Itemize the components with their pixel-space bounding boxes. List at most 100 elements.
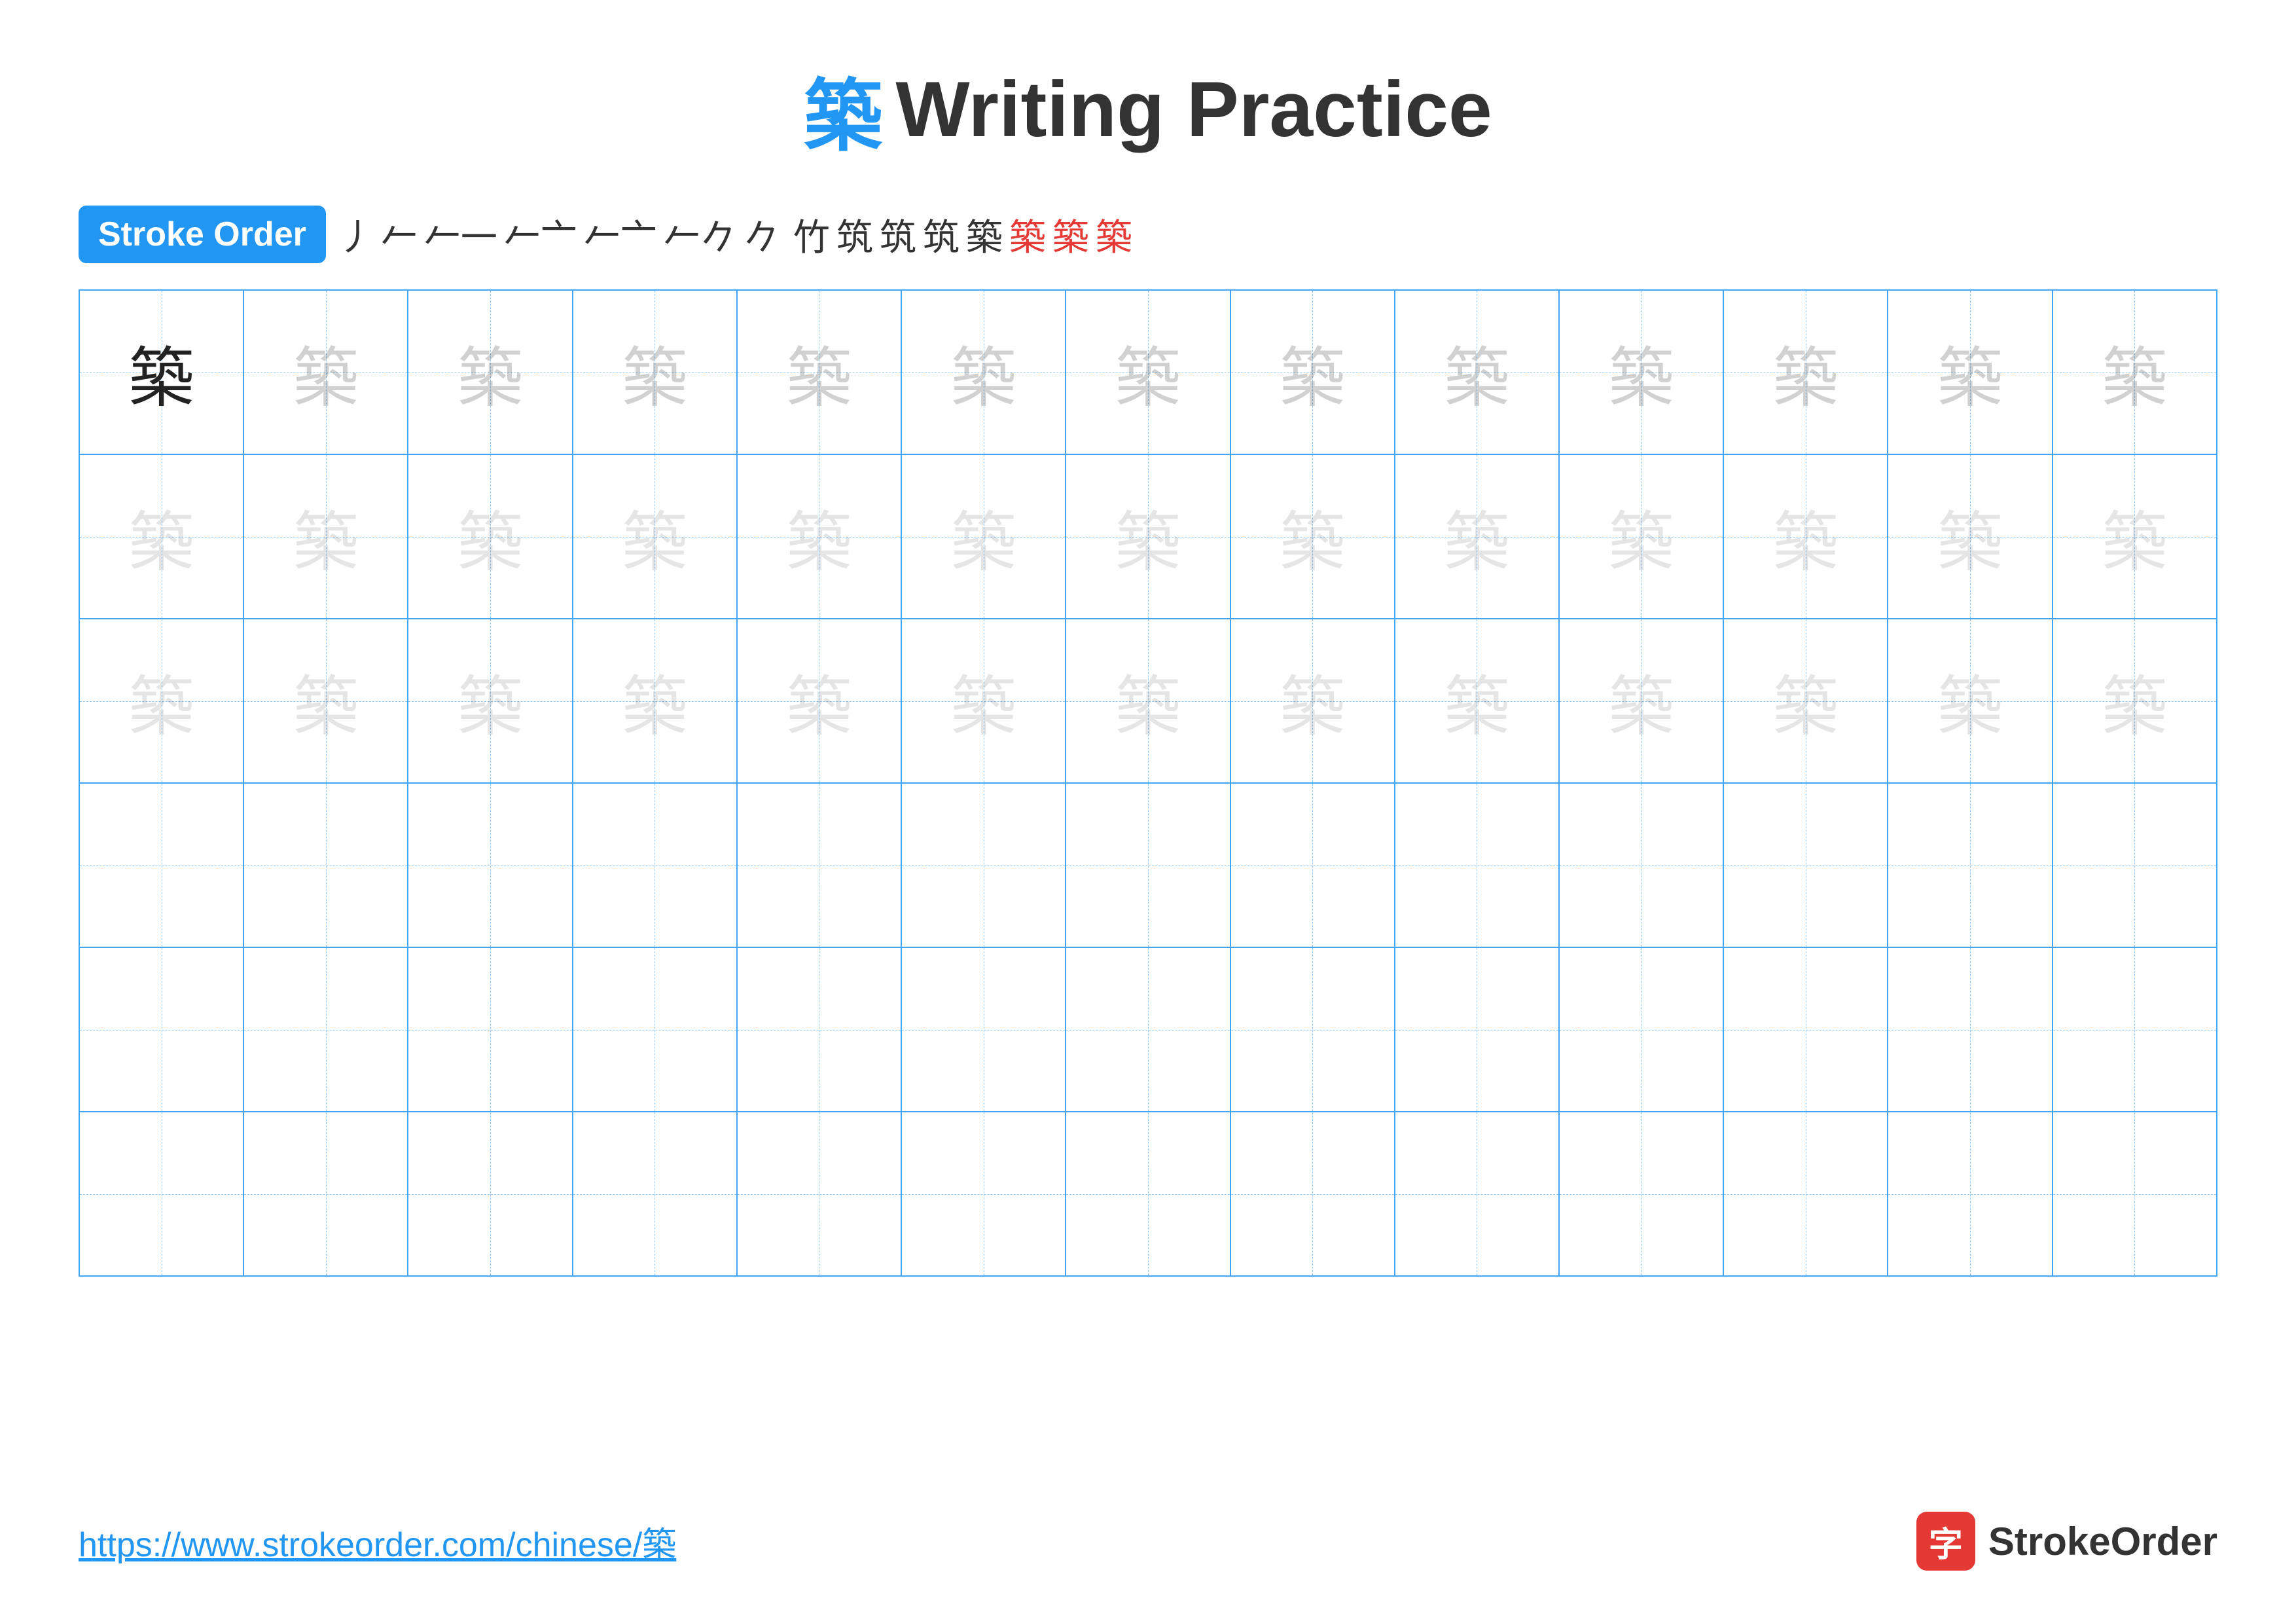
grid-cell-r5c5[interactable] — [737, 947, 901, 1112]
grid-cell-r5c13[interactable] — [2053, 947, 2217, 1112]
stroke-2: 𠂉 — [381, 208, 418, 261]
grid-cell-r1c1: 築 — [79, 290, 243, 454]
stroke-steps: 丿 𠂉 𠂉一 𠂉亠 𠂉亠 𠂉𠂊 𠂊 𠫔 竹 筑 筑 筑 築 築 築 築 — [338, 208, 1132, 261]
grid-cell-r2c1: 築 — [79, 454, 243, 619]
grid-cell-r6c8[interactable] — [1230, 1112, 1395, 1276]
grid-cell-r1c7: 築 — [1066, 290, 1230, 454]
stroke-6: 𠂉𠂊 — [664, 208, 737, 261]
grid-cell-r6c11[interactable] — [1723, 1112, 1888, 1276]
grid-cell-r4c1[interactable] — [79, 783, 243, 947]
grid-cell-r2c7: 築 — [1066, 454, 1230, 619]
title-english: Writing Practice — [895, 64, 1492, 155]
grid-cell-r6c2[interactable] — [243, 1112, 408, 1276]
grid-cell-r5c1[interactable] — [79, 947, 243, 1112]
grid-cell-r4c5[interactable] — [737, 783, 901, 947]
footer-brand-name: StrokeOrder — [1988, 1519, 2217, 1564]
grid-cell-r1c10: 築 — [1559, 290, 1723, 454]
grid-cell-r5c10[interactable] — [1559, 947, 1723, 1112]
footer-logo-icon: 字 — [1916, 1512, 1975, 1571]
page-title: 築 Writing Practice — [804, 52, 1492, 166]
grid-cell-r5c11[interactable] — [1723, 947, 1888, 1112]
stroke-14: 築 — [1009, 208, 1046, 261]
grid-cell-r6c4[interactable] — [573, 1112, 737, 1276]
grid-cell-r3c13: 築 — [2053, 619, 2217, 783]
grid-cell-r6c6[interactable] — [901, 1112, 1066, 1276]
grid-cell-r3c6: 築 — [901, 619, 1066, 783]
char-solid: 築 — [129, 342, 194, 415]
grid-row-5 — [79, 947, 2217, 1112]
grid-row-1: 築 築 築 築 築 築 築 築 築 築 築 築 築 — [79, 290, 2217, 454]
grid-cell-r4c9[interactable] — [1395, 783, 1559, 947]
footer-brand: 字 StrokeOrder — [1916, 1512, 2217, 1571]
grid-cell-r3c3: 築 — [408, 619, 572, 783]
page: 築 Writing Practice Stroke Order 丿 𠂉 𠂉一 𠂉… — [0, 0, 2296, 1623]
grid-cell-r2c9: 築 — [1395, 454, 1559, 619]
grid-cell-r1c2: 築 — [243, 290, 408, 454]
grid-cell-r5c4[interactable] — [573, 947, 737, 1112]
grid-cell-r4c11[interactable] — [1723, 783, 1888, 947]
grid-cell-r2c11: 築 — [1723, 454, 1888, 619]
grid-cell-r5c8[interactable] — [1230, 947, 1395, 1112]
grid-cell-r4c3[interactable] — [408, 783, 572, 947]
stroke-10: 筑 — [836, 208, 873, 261]
grid-cell-r2c8: 築 — [1230, 454, 1395, 619]
grid-cell-r5c3[interactable] — [408, 947, 572, 1112]
grid-cell-r4c13[interactable] — [2053, 783, 2217, 947]
grid-row-4 — [79, 783, 2217, 947]
grid-cell-r5c7[interactable] — [1066, 947, 1230, 1112]
grid-cell-r4c6[interactable] — [901, 783, 1066, 947]
grid-cell-r3c10: 築 — [1559, 619, 1723, 783]
grid-cell-r1c11: 築 — [1723, 290, 1888, 454]
stroke-12: 筑 — [923, 208, 960, 261]
stroke-5: 𠂉亠 — [584, 208, 657, 261]
grid-cell-r1c8: 築 — [1230, 290, 1395, 454]
stroke-13: 築 — [966, 208, 1003, 261]
grid-cell-r3c7: 築 — [1066, 619, 1230, 783]
grid-cell-r5c6[interactable] — [901, 947, 1066, 1112]
grid-cell-r2c12: 築 — [1888, 454, 2052, 619]
grid-row-3: 築 築 築 築 築 築 築 築 築 築 築 築 築 — [79, 619, 2217, 783]
grid-cell-r1c4: 築 — [573, 290, 737, 454]
grid-cell-r4c7[interactable] — [1066, 783, 1230, 947]
grid-cell-r3c8: 築 — [1230, 619, 1395, 783]
title-chinese-char: 築 — [804, 52, 882, 166]
grid-cell-r6c10[interactable] — [1559, 1112, 1723, 1276]
grid-row-6 — [79, 1112, 2217, 1276]
grid-cell-r4c2[interactable] — [243, 783, 408, 947]
grid-cell-r1c5: 築 — [737, 290, 901, 454]
stroke-15: 築 — [1052, 208, 1089, 261]
grid-cell-r1c9: 築 — [1395, 290, 1559, 454]
footer-url[interactable]: https://www.strokeorder.com/chinese/築 — [79, 1517, 676, 1566]
stroke-9: 竹 — [793, 208, 830, 261]
grid-cell-r6c7[interactable] — [1066, 1112, 1230, 1276]
grid-cell-r2c3: 築 — [408, 454, 572, 619]
grid-cell-r5c2[interactable] — [243, 947, 408, 1112]
grid-cell-r1c3: 築 — [408, 290, 572, 454]
stroke-order-row: Stroke Order 丿 𠂉 𠂉一 𠂉亠 𠂉亠 𠂉𠂊 𠂊 𠫔 竹 筑 筑 筑… — [79, 206, 2217, 263]
grid-cell-r2c13: 築 — [2053, 454, 2217, 619]
grid-cell-r6c12[interactable] — [1888, 1112, 2052, 1276]
grid-cell-r6c5[interactable] — [737, 1112, 901, 1276]
grid-cell-r3c2: 築 — [243, 619, 408, 783]
grid-cell-r4c8[interactable] — [1230, 783, 1395, 947]
grid-cell-r4c10[interactable] — [1559, 783, 1723, 947]
stroke-16: 築 — [1096, 208, 1132, 261]
footer-logo-char: 字 — [1929, 1517, 1963, 1566]
grid-cell-r3c12: 築 — [1888, 619, 2052, 783]
grid-cell-r3c5: 築 — [737, 619, 901, 783]
stroke-order-badge: Stroke Order — [79, 206, 326, 263]
grid-cell-r2c5: 築 — [737, 454, 901, 619]
grid-cell-r1c13: 築 — [2053, 290, 2217, 454]
grid-cell-r6c3[interactable] — [408, 1112, 572, 1276]
grid-cell-r2c6: 築 — [901, 454, 1066, 619]
grid-cell-r5c12[interactable] — [1888, 947, 2052, 1112]
grid-cell-r6c9[interactable] — [1395, 1112, 1559, 1276]
grid-cell-r4c12[interactable] — [1888, 783, 2052, 947]
grid-cell-r1c6: 築 — [901, 290, 1066, 454]
grid-cell-r2c10: 築 — [1559, 454, 1723, 619]
grid-cell-r2c2: 築 — [243, 454, 408, 619]
grid-cell-r6c1[interactable] — [79, 1112, 243, 1276]
grid-cell-r6c13[interactable] — [2053, 1112, 2217, 1276]
grid-cell-r5c9[interactable] — [1395, 947, 1559, 1112]
grid-cell-r4c4[interactable] — [573, 783, 737, 947]
